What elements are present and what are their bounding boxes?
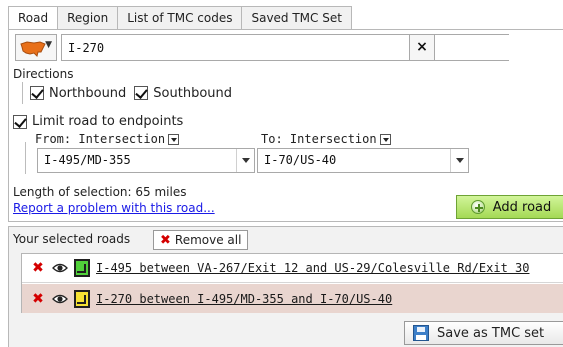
northbound-label: Northbound bbox=[49, 85, 127, 101]
us-map-icon bbox=[20, 41, 46, 57]
list-item: ✖ I-270 between I-495/MD-355 and I-70/US… bbox=[22, 284, 563, 313]
add-road-button[interactable]: Add road bbox=[456, 195, 563, 219]
tab-bar: Road Region List of TMC codes Saved TMC … bbox=[8, 6, 352, 30]
to-type-dropdown-icon[interactable] bbox=[379, 133, 391, 145]
eye-icon[interactable] bbox=[52, 262, 68, 274]
road-link[interactable]: I-270 between I-495/MD-355 and I-70/US-4… bbox=[96, 292, 392, 306]
road-link[interactable]: I-495 between VA-267/Exit 12 and US-29/C… bbox=[96, 261, 529, 275]
selection-length: Length of selection: 65 miles bbox=[13, 185, 187, 199]
road-color-swatch[interactable] bbox=[74, 259, 90, 277]
southbound-option[interactable]: Southbound bbox=[134, 86, 232, 101]
eye-icon[interactable] bbox=[52, 293, 68, 305]
tree-connector bbox=[25, 142, 26, 174]
from-label-text: From: Intersection bbox=[35, 132, 166, 146]
road-search-input[interactable] bbox=[61, 34, 509, 61]
southbound-label: Southbound bbox=[153, 85, 233, 101]
chevron-down-icon bbox=[450, 149, 468, 172]
selected-roads-title: Your selected roads bbox=[13, 232, 131, 246]
tmc-road-selector: Road Region List of TMC codes Saved TMC … bbox=[0, 0, 563, 347]
remove-road-icon[interactable]: ✖ bbox=[32, 291, 44, 307]
tab-list-of-tmc-codes[interactable]: List of TMC codes bbox=[118, 6, 243, 30]
to-label-text: To: Intersection bbox=[261, 132, 377, 146]
to-intersection-label[interactable]: To: Intersection bbox=[261, 132, 391, 146]
from-type-dropdown-icon[interactable] bbox=[168, 133, 180, 145]
southbound-checkbox[interactable] bbox=[134, 86, 149, 100]
add-circle-icon bbox=[470, 200, 485, 214]
tab-road[interactable]: Road bbox=[8, 6, 59, 30]
northbound-option[interactable]: Northbound bbox=[30, 86, 126, 101]
remove-road-icon[interactable]: ✖ bbox=[32, 260, 44, 276]
road-color-swatch[interactable] bbox=[74, 289, 90, 308]
clear-road-button[interactable]: × bbox=[409, 34, 435, 61]
list-item: ✖ I-495 between VA-267/Exit 12 and US-29… bbox=[22, 254, 563, 283]
chevron-down-icon: ▼ bbox=[45, 40, 52, 50]
save-as-tmc-set-button[interactable]: Save as TMC set bbox=[404, 321, 563, 345]
tab-saved-tmc-set[interactable]: Saved TMC Set bbox=[242, 6, 352, 30]
selected-roads-panel: Your selected roads ✖ Remove all ✖ I-495… bbox=[8, 226, 563, 347]
selected-roads-list: ✖ I-495 between VA-267/Exit 12 and US-29… bbox=[21, 253, 563, 313]
report-problem-link[interactable]: Report a problem with this road... bbox=[13, 201, 215, 215]
remove-all-button[interactable]: ✖ Remove all bbox=[153, 230, 249, 250]
remove-all-label: Remove all bbox=[174, 233, 242, 247]
country-selector-button[interactable]: ▼ bbox=[15, 34, 57, 61]
limit-endpoints-checkbox[interactable] bbox=[13, 114, 27, 129]
directions-group: Northbound Southbound bbox=[22, 82, 240, 104]
limit-endpoints-label: Limit road to endpoints bbox=[32, 114, 184, 129]
road-search-row: ▼ × bbox=[11, 34, 562, 62]
tab-region[interactable]: Region bbox=[58, 6, 119, 30]
northbound-checkbox[interactable] bbox=[30, 86, 44, 100]
to-endpoint-select[interactable]: I-70/US-40 bbox=[257, 148, 469, 173]
chevron-down-icon bbox=[236, 149, 254, 172]
directions-label: Directions bbox=[13, 67, 74, 81]
from-intersection-label[interactable]: From: Intersection bbox=[35, 132, 180, 146]
limit-endpoints-option[interactable]: Limit road to endpoints bbox=[13, 114, 183, 129]
to-endpoint-value: I-70/US-40 bbox=[264, 153, 337, 167]
save-label: Save as TMC set bbox=[437, 325, 545, 341]
remove-icon: ✖ bbox=[160, 232, 171, 248]
from-endpoint-select[interactable]: I-495/MD-355 bbox=[37, 148, 255, 173]
floppy-disk-icon bbox=[413, 325, 429, 341]
road-panel: ▼ × Directions Northbound Southbound Lim… bbox=[8, 29, 563, 222]
add-road-label: Add road bbox=[492, 199, 552, 215]
from-endpoint-value: I-495/MD-355 bbox=[44, 153, 131, 167]
